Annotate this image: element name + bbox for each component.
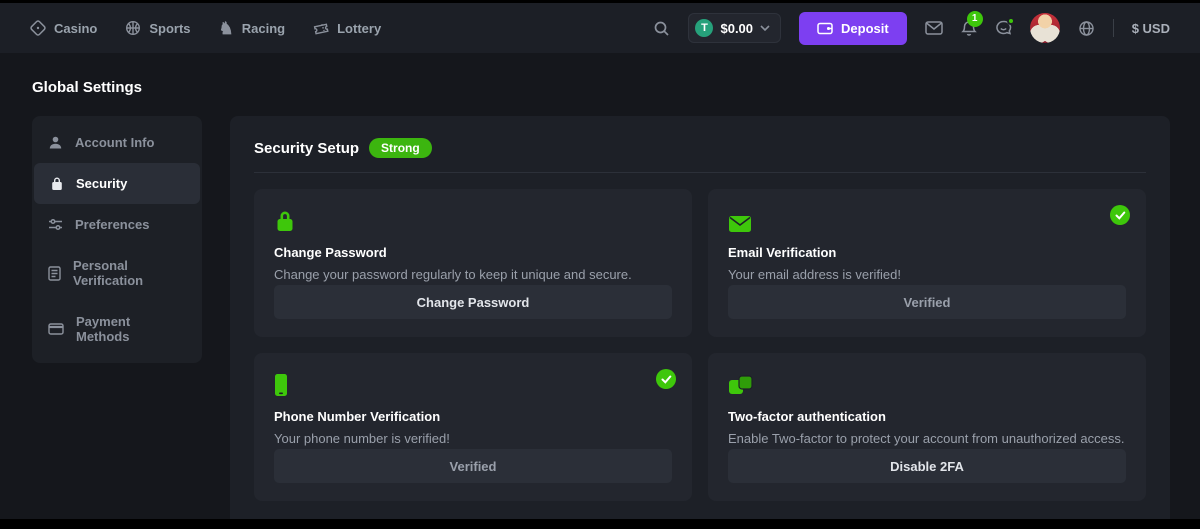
verified-check-icon <box>1110 205 1130 225</box>
verified-check-icon <box>656 369 676 389</box>
nav-item-racing[interactable]: ♞ Racing <box>219 20 286 37</box>
sidebar-item-personal-verification[interactable]: Personal Verification <box>32 245 202 301</box>
top-navbar: Casino Sports ♞ Racing Lottery <box>0 3 1200 53</box>
sidebar-item-security[interactable]: Security <box>34 163 200 204</box>
tether-icon: T <box>695 19 713 37</box>
sidebar-item-account-info[interactable]: Account Info <box>32 122 202 163</box>
chat-online-dot <box>1007 17 1015 25</box>
cubes-icon <box>728 371 1126 397</box>
padlock-icon <box>274 207 672 233</box>
divider <box>1113 19 1114 37</box>
security-card-phone-verification: Phone Number Verification Your phone num… <box>254 353 692 501</box>
security-setup-panel: Security Setup Strong Change Password Ch… <box>230 116 1170 519</box>
chevron-down-icon <box>760 25 770 31</box>
sliders-icon <box>48 218 63 231</box>
strength-badge: Strong <box>369 138 432 158</box>
phone-verified-button[interactable]: Verified <box>274 449 672 483</box>
chat-button[interactable] <box>995 20 1012 36</box>
security-card-grid: Change Password Change your password reg… <box>254 189 1146 501</box>
change-password-button[interactable]: Change Password <box>274 285 672 319</box>
phone-icon <box>274 371 672 397</box>
card-title: Email Verification <box>728 245 1126 260</box>
mail-icon <box>925 21 943 35</box>
wallet-icon <box>817 21 833 35</box>
document-icon <box>48 266 61 281</box>
sidebar-item-label: Payment Methods <box>76 314 186 344</box>
notifications-button[interactable]: 1 <box>961 20 977 37</box>
disable-2fa-button[interactable]: Disable 2FA <box>728 449 1126 483</box>
nav-item-casino[interactable]: Casino <box>30 20 97 36</box>
notification-badge: 1 <box>967 11 983 27</box>
basketball-icon <box>125 20 141 36</box>
sidebar-item-payment-methods[interactable]: Payment Methods <box>32 301 202 357</box>
settings-sidebar: Account Info Security Preferences <box>32 116 202 363</box>
envelope-icon <box>728 207 1126 233</box>
card-title: Change Password <box>274 245 672 260</box>
sidebar-item-label: Security <box>76 176 127 191</box>
messages-button[interactable] <box>925 21 943 35</box>
divider <box>254 172 1146 173</box>
security-card-two-factor: Two-factor authentication Enable Two-fac… <box>708 353 1146 501</box>
ticket-icon <box>313 20 329 36</box>
sidebar-item-label: Account Info <box>75 135 154 150</box>
balance-amount: $0.00 <box>720 21 753 36</box>
card-description: Enable Two-factor to protect your accoun… <box>728 431 1126 446</box>
lock-icon <box>50 176 64 191</box>
app-window: Casino Sports ♞ Racing Lottery <box>0 3 1200 519</box>
user-icon <box>48 135 63 150</box>
card-title: Two-factor authentication <box>728 409 1126 424</box>
nav-item-label: Casino <box>54 21 97 36</box>
page: Casino Sports ♞ Racing Lottery <box>0 0 1200 529</box>
card-description: Your phone number is verified! <box>274 431 672 446</box>
avatar[interactable] <box>1030 13 1060 43</box>
card-description: Your email address is verified! <box>728 267 1126 282</box>
nav-item-label: Lottery <box>337 21 381 36</box>
security-card-email-verification: Email Verification Your email address is… <box>708 189 1146 337</box>
card-description: Change your password regularly to keep i… <box>274 267 672 282</box>
page-title: Global Settings <box>32 79 1170 96</box>
nav-item-lottery[interactable]: Lottery <box>313 20 381 36</box>
settings-page: Global Settings Account Info Security <box>0 53 1200 519</box>
horse-icon: ♞ <box>219 20 234 37</box>
search-icon <box>653 20 670 37</box>
sidebar-item-preferences[interactable]: Preferences <box>32 204 202 245</box>
sidebar-item-label: Preferences <box>75 217 149 232</box>
card-icon <box>48 323 64 335</box>
deposit-label: Deposit <box>841 21 889 36</box>
security-card-change-password: Change Password Change your password reg… <box>254 189 692 337</box>
deposit-button[interactable]: Deposit <box>799 12 907 45</box>
nav-item-label: Racing <box>242 21 285 36</box>
globe-icon <box>1078 20 1095 37</box>
panel-title: Security Setup <box>254 140 359 157</box>
navbar-actions: T $0.00 Deposit <box>653 12 1170 45</box>
main-nav: Casino Sports ♞ Racing Lottery <box>30 20 381 37</box>
sidebar-item-label: Personal Verification <box>73 258 186 288</box>
email-verified-button[interactable]: Verified <box>728 285 1126 319</box>
balance-dropdown[interactable]: T $0.00 <box>688 13 781 43</box>
search-button[interactable] <box>653 20 670 37</box>
dice-icon <box>30 20 46 36</box>
nav-item-sports[interactable]: Sports <box>125 20 190 36</box>
card-title: Phone Number Verification <box>274 409 672 424</box>
nav-item-label: Sports <box>149 21 190 36</box>
language-button[interactable] <box>1078 20 1095 37</box>
currency-selector[interactable]: $ USD <box>1132 21 1170 36</box>
